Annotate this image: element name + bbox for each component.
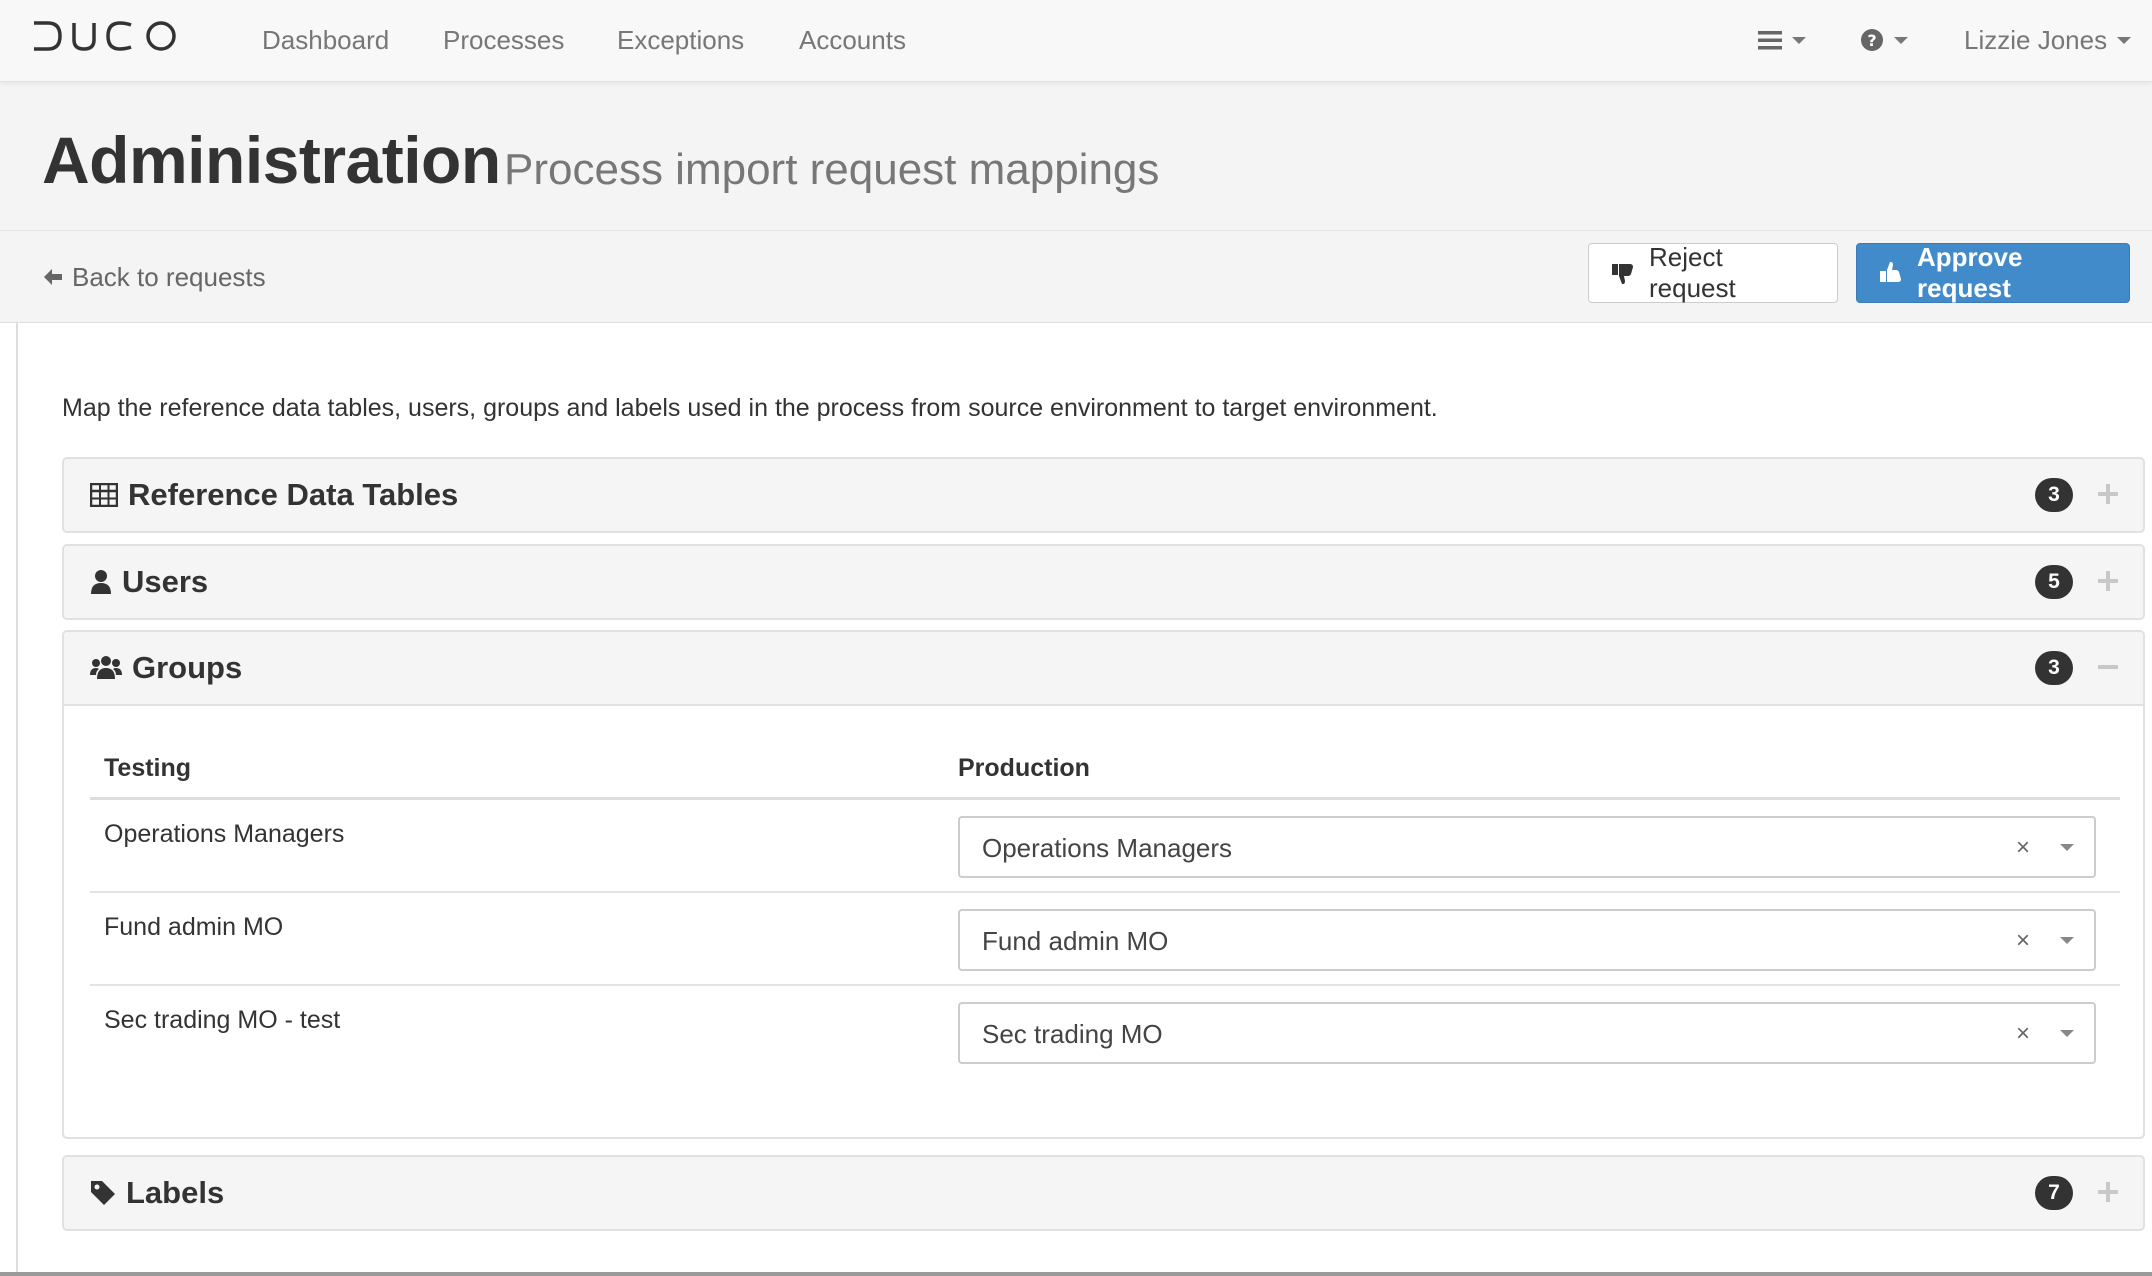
back-to-requests-link[interactable]: Back to requests: [42, 257, 266, 297]
clear-icon[interactable]: ×: [2016, 927, 2030, 955]
chevron-down-icon[interactable]: [2060, 844, 2074, 851]
panel-labels: Labels 7: [62, 1155, 2145, 1231]
reject-label: Reject request: [1649, 242, 1736, 303]
panel-title: Reference Data Tables: [128, 477, 459, 512]
question-circle-icon: ?: [1860, 28, 1884, 52]
source-group-name: Operations Managers: [104, 820, 345, 848]
target-group-select[interactable]: Operations Managers ×: [958, 816, 2096, 878]
source-group-name: Sec trading MO - test: [104, 1006, 341, 1034]
plus-icon[interactable]: [2095, 481, 2121, 507]
page-subtitle: Process import request mappings: [504, 145, 1160, 194]
tag-icon: [90, 1180, 116, 1206]
panel-heading-labels[interactable]: Labels 7: [64, 1157, 2143, 1229]
window-bottom-border: [0, 1272, 2152, 1276]
target-group-select[interactable]: Sec trading MO ×: [958, 1002, 2096, 1064]
nav-dashboard[interactable]: Dashboard: [262, 20, 389, 60]
count-badge: 3: [2035, 651, 2073, 685]
column-header-target: Production: [958, 754, 1090, 782]
action-bar: Back to requests Reject request Approve …: [0, 231, 2152, 323]
main-content: Map the reference data tables, users, gr…: [16, 323, 2152, 1276]
user-icon: [90, 569, 112, 595]
thumbs-down-icon: [1611, 261, 1635, 285]
thumbs-up-icon: [1879, 261, 1903, 285]
menu-dropdown[interactable]: [1758, 20, 1806, 60]
table-icon: [90, 483, 118, 507]
chevron-down-icon: [1792, 36, 1806, 44]
panel-title: Users: [122, 564, 209, 599]
count-badge: 5: [2035, 565, 2073, 599]
panel-reference-data-tables: Reference Data Tables 3: [62, 457, 2145, 533]
back-link-label: Back to requests: [72, 261, 266, 292]
chevron-down-icon: [1894, 36, 1908, 44]
select-value: Fund admin MO: [982, 926, 1169, 956]
panel-heading-users[interactable]: Users 5: [64, 546, 2143, 618]
panel-title: Groups: [132, 650, 243, 685]
select-value: Sec trading MO: [982, 1019, 1163, 1049]
groups-mapping-body: Testing Production Operations Managers O…: [64, 704, 2143, 1137]
table-row: Fund admin MO Fund admin MO ×: [90, 893, 2120, 986]
clear-icon[interactable]: ×: [2016, 1020, 2030, 1048]
plus-icon[interactable]: [2095, 568, 2121, 594]
chevron-down-icon[interactable]: [2060, 1030, 2074, 1037]
source-group-name: Fund admin MO: [104, 913, 284, 941]
clear-icon[interactable]: ×: [2016, 834, 2030, 862]
nav-exceptions[interactable]: Exceptions: [617, 20, 744, 60]
top-navbar: Dashboard Processes Exceptions Accounts …: [0, 0, 2152, 82]
hamburger-menu-icon: [1758, 29, 1782, 51]
group-icon: [90, 655, 122, 681]
target-group-select[interactable]: Fund admin MO ×: [958, 909, 2096, 971]
nav-processes[interactable]: Processes: [443, 20, 564, 60]
page-title: Administration: [42, 123, 501, 197]
arrow-left-icon: [42, 266, 64, 288]
panel-heading-reference-data-tables[interactable]: Reference Data Tables 3: [64, 459, 2143, 531]
minus-icon[interactable]: [2095, 654, 2121, 680]
select-value: Operations Managers: [982, 833, 1233, 863]
intro-text: Map the reference data tables, users, gr…: [62, 394, 1438, 422]
count-badge: 3: [2035, 478, 2073, 512]
reject-request-button[interactable]: Reject request: [1588, 242, 1838, 303]
panel-heading-groups[interactable]: Groups 3: [64, 632, 2143, 704]
user-name: Lizzie Jones: [1964, 24, 2108, 55]
chevron-down-icon: [2117, 36, 2132, 44]
page-header: Administration Process import request ma…: [0, 82, 2152, 231]
approve-label: Approve request: [1917, 242, 2023, 303]
panel-title: Labels: [126, 1175, 225, 1210]
nav-accounts[interactable]: Accounts: [799, 20, 906, 60]
approve-request-button[interactable]: Approve request: [1856, 242, 2130, 303]
table-row: Operations Managers Operations Managers …: [90, 800, 2120, 893]
count-badge: 7: [2035, 1176, 2073, 1210]
panel-users: Users 5: [62, 544, 2145, 620]
table-header-row: Testing Production: [90, 736, 2120, 800]
panel-groups: Groups 3 Testing Production Operations M…: [62, 630, 2145, 1139]
chevron-down-icon[interactable]: [2060, 937, 2074, 944]
help-dropdown[interactable]: ?: [1860, 20, 1908, 60]
duco-logo[interactable]: [30, 18, 180, 54]
groups-mapping-table: Testing Production Operations Managers O…: [90, 736, 2120, 1064]
svg-text:?: ?: [1867, 31, 1876, 50]
plus-icon[interactable]: [2095, 1179, 2121, 1205]
user-dropdown[interactable]: Lizzie Jones: [1964, 20, 2132, 60]
table-row: Sec trading MO - test Sec trading MO ×: [90, 986, 2120, 1079]
column-header-source: Testing: [104, 754, 192, 782]
